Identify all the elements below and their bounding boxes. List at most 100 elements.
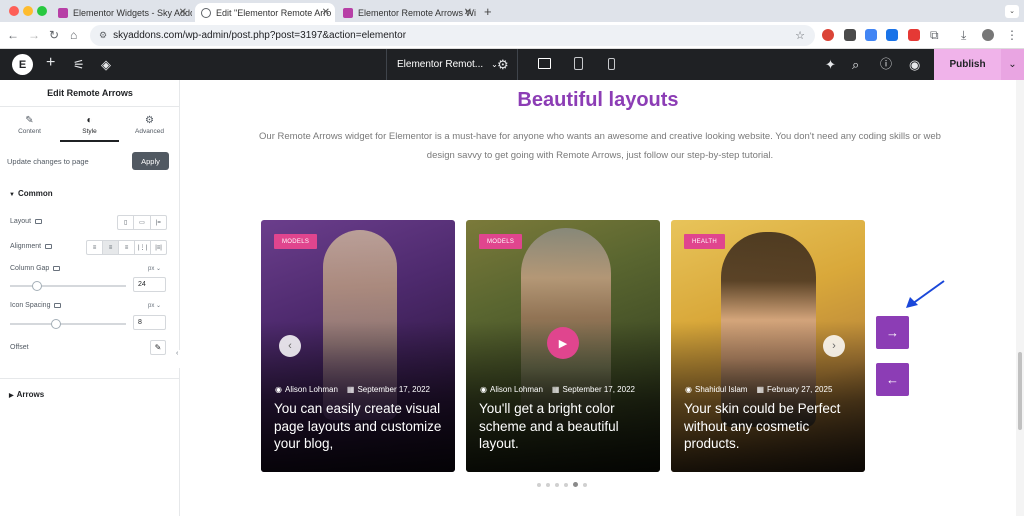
icon-spacing-unit-select[interactable]: px ⌄ (148, 302, 161, 309)
category-badge[interactable]: MODELS (479, 234, 523, 249)
extension-shield-icon[interactable] (844, 29, 856, 41)
remote-next-arrow-button[interactable]: → (876, 316, 909, 349)
document-title: Elementor Remot... (397, 59, 484, 70)
layout-option-1-icon[interactable]: ▯ (118, 216, 135, 229)
pagination-dot[interactable] (555, 483, 559, 487)
extension-chrome-icon[interactable] (822, 29, 834, 41)
structure-layers-icon[interactable]: ◈ (101, 57, 111, 72)
browser-menu-icon[interactable]: ⋮ (1006, 28, 1018, 42)
responsive-monitor-icon[interactable] (53, 265, 61, 271)
reload-icon[interactable]: ↻ (49, 28, 59, 42)
user-icon: ◉ (480, 385, 487, 394)
offset-edit-pencil-icon[interactable]: ✎ (150, 340, 166, 355)
canvas-scrollbar-thumb[interactable] (1018, 352, 1022, 430)
tab-search-chevron-icon[interactable]: ⌄ (1005, 5, 1019, 18)
extension-red-icon[interactable] (908, 29, 920, 41)
home-icon[interactable]: ⌂ (70, 28, 77, 42)
section-arrows-toggle[interactable]: ▶ Arrows (9, 390, 44, 399)
layout-option-3-icon[interactable]: |= (151, 216, 166, 229)
card-title[interactable]: You'll get a bright color scheme and a b… (479, 400, 651, 453)
apply-button[interactable]: Apply (132, 152, 169, 170)
post-card[interactable]: MODELS ‹ ◉ Alison Lohman ▦ September 17, 2… (261, 220, 455, 472)
card-title[interactable]: Your skin could be Perfect without any c… (684, 400, 856, 453)
column-gap-input[interactable]: 24 (133, 277, 166, 292)
icon-spacing-slider-handle[interactable] (51, 319, 61, 329)
align-left-icon[interactable]: ≡ (87, 241, 103, 254)
add-element-plus-icon[interactable]: + (46, 55, 55, 71)
responsive-monitor-icon[interactable] (45, 243, 53, 249)
canvas-scrollbar[interactable] (1016, 80, 1024, 516)
close-window-button[interactable] (9, 6, 19, 16)
card-title[interactable]: You can easily create visual page layout… (274, 400, 446, 453)
card-author[interactable]: Shahidul Islam (695, 385, 747, 394)
responsive-monitor-icon[interactable] (54, 302, 62, 308)
publish-options-chevron-icon[interactable]: ⌄ (1001, 49, 1024, 80)
category-badge[interactable]: MODELS (274, 234, 318, 249)
align-center-icon[interactable]: ≡ (103, 241, 119, 254)
post-card[interactable]: MODELS ▶ ◉ Alison Lohman ▦ September 17, 2… (466, 220, 660, 472)
new-tab-plus-icon[interactable]: + (484, 4, 492, 19)
layout-option-2-icon[interactable]: ▭ (134, 216, 151, 229)
icon-spacing-slider[interactable] (10, 319, 126, 329)
site-settings-sliders-icon[interactable]: ⚟ (73, 57, 85, 72)
mobile-view-icon[interactable] (608, 58, 615, 70)
help-icon[interactable]: ⓘ (880, 57, 892, 72)
forward-arrow-icon[interactable]: → (28, 28, 40, 42)
tab-advanced[interactable]: ⚙ Advanced (120, 107, 179, 142)
category-badge[interactable]: HEALTH (684, 234, 726, 249)
close-tab-icon[interactable]: ✕ (322, 7, 330, 18)
card-author[interactable]: Alison Lohman (285, 385, 338, 394)
minimize-window-button[interactable] (23, 6, 33, 16)
close-tab-icon[interactable]: ✕ (179, 7, 187, 18)
page-settings-gear-icon[interactable]: ⚙ (497, 57, 509, 72)
search-icon[interactable]: ⌕ (852, 57, 859, 72)
section-title: Common (17, 189, 53, 198)
tab-style[interactable]: ◐ Style (60, 107, 119, 142)
browser-tab-3[interactable]: Elementor Remote Arrows Wi ✕ (337, 3, 477, 22)
slider-next-chevron-icon[interactable]: › (823, 335, 845, 357)
pagination-dot[interactable] (546, 483, 550, 487)
extension-translate-icon[interactable] (865, 29, 877, 41)
extension-blue-icon[interactable] (886, 29, 898, 41)
elementor-logo-icon[interactable]: E (12, 54, 33, 75)
tab-label: Advanced (135, 128, 164, 135)
back-arrow-icon[interactable]: ← (7, 28, 19, 42)
calendar-icon: ▦ (756, 385, 765, 394)
align-right-icon[interactable]: ≡ (119, 241, 135, 254)
column-gap-slider[interactable] (10, 281, 126, 291)
notifications-rocket-icon[interactable]: ✦ (825, 57, 836, 72)
close-tab-icon[interactable]: ✕ (464, 7, 472, 18)
pagination-dot-active[interactable] (573, 482, 578, 487)
remote-prev-arrow-button[interactable]: ← (876, 363, 909, 396)
pagination-dot[interactable] (537, 483, 541, 487)
download-icon[interactable]: ⤓ (961, 28, 966, 42)
icon-spacing-input[interactable]: 8 (133, 315, 166, 330)
post-card[interactable]: HEALTH › ◉ Shahidul Islam ▦ February 27, 2… (671, 220, 865, 472)
tab-content[interactable]: ✎ Content (0, 107, 59, 142)
section-common-toggle[interactable]: ▼ Common (9, 189, 53, 198)
bookmark-star-icon[interactable]: ☆ (795, 29, 805, 42)
preview-eye-icon[interactable]: ◉ (909, 57, 920, 72)
address-bar[interactable]: ⚙ skyaddons.com/wp-admin/post.php?post=3… (90, 25, 815, 46)
align-space-between-icon[interactable]: |⋮| (135, 241, 151, 254)
tablet-view-icon[interactable] (574, 57, 583, 70)
column-gap-unit-select[interactable]: px ⌄ (148, 265, 161, 272)
divider (0, 378, 180, 379)
browser-tab-2[interactable]: Edit "Elementor Remote Arro ✕ (195, 3, 335, 22)
pagination-dot[interactable] (583, 483, 587, 487)
publish-button[interactable]: Publish (934, 49, 1001, 80)
align-justify-icon[interactable]: |≡| (151, 241, 166, 254)
browser-tab-1[interactable]: Elementor Widgets - Sky Addo ✕ (52, 3, 192, 22)
offset-label: Offset (10, 344, 29, 351)
pagination-dot[interactable] (564, 483, 568, 487)
play-video-icon[interactable]: ▶ (547, 327, 579, 359)
card-author[interactable]: Alison Lohman (490, 385, 543, 394)
profile-avatar-icon[interactable] (982, 29, 994, 41)
site-info-icon[interactable]: ⚙ (99, 30, 107, 41)
responsive-monitor-icon[interactable] (35, 218, 43, 224)
extensions-puzzle-icon[interactable]: ⧉ (930, 28, 939, 42)
slider-prev-chevron-icon[interactable]: ‹ (279, 335, 301, 357)
maximize-window-button[interactable] (37, 6, 47, 16)
column-gap-slider-handle[interactable] (32, 281, 42, 291)
desktop-view-icon[interactable] (538, 58, 551, 69)
